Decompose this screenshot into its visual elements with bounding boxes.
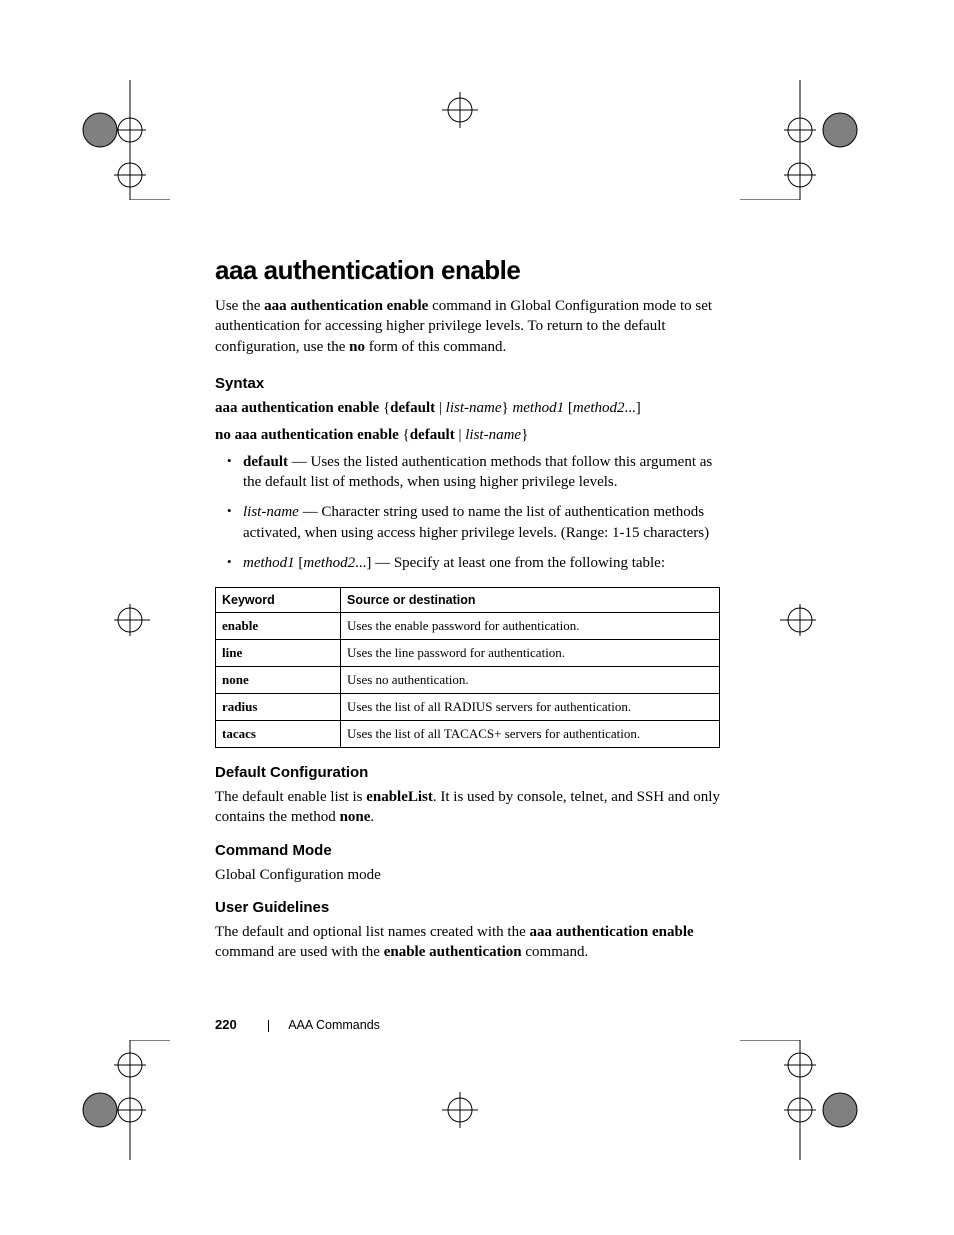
intro-paragraph: Use the aaa authentication enable comman… [215,296,720,357]
crop-mark-icon [740,1040,870,1160]
user-guidelines-heading: User Guidelines [215,899,720,916]
table-row: enable Uses the enable password for auth… [216,613,720,640]
table-row: none Uses no authentication. [216,667,720,694]
page-content: aaa authentication enable Use the aaa au… [215,255,720,976]
crop-mark-icon [70,1040,170,1160]
table-header-row: Keyword Source or destination [216,588,720,613]
col-keyword: Keyword [216,588,341,613]
syntax-heading: Syntax [215,375,720,392]
crop-mark-icon [430,80,490,140]
footer-section: AAA Commands [288,1018,380,1032]
syntax-line-2: no aaa authentication enable {default | … [215,425,720,446]
col-desc: Source or destination [341,588,720,613]
table-row: line Uses the line password for authenti… [216,640,720,667]
list-item: method1 [method2...] — Specify at least … [243,553,720,573]
list-item: default — Uses the listed authentication… [243,452,720,493]
crop-mark-icon [740,80,870,200]
crop-mark-icon [70,80,170,200]
crop-mark-icon [780,590,860,650]
syntax-bullets: default — Uses the listed authentication… [215,452,720,573]
default-config-heading: Default Configuration [215,764,720,781]
crop-mark-icon [70,590,150,650]
page-title: aaa authentication enable [215,255,720,286]
page-number: 220 [215,1017,237,1032]
user-guidelines-body: The default and optional list names crea… [215,922,720,963]
page-footer: 220 AAA Commands [215,1017,380,1033]
methods-table: Keyword Source or destination enable Use… [215,587,720,748]
list-item: list-name — Character string used to nam… [243,502,720,543]
crop-mark-icon [430,1080,490,1140]
table-row: tacacs Uses the list of all TACACS+ serv… [216,721,720,748]
table-row: radius Uses the list of all RADIUS serve… [216,694,720,721]
syntax-line-1: aaa authentication enable {default | lis… [215,398,720,419]
command-mode-body: Global Configuration mode [215,865,720,885]
command-mode-heading: Command Mode [215,842,720,859]
footer-divider [268,1020,269,1032]
default-config-body: The default enable list is enableList. I… [215,787,720,828]
